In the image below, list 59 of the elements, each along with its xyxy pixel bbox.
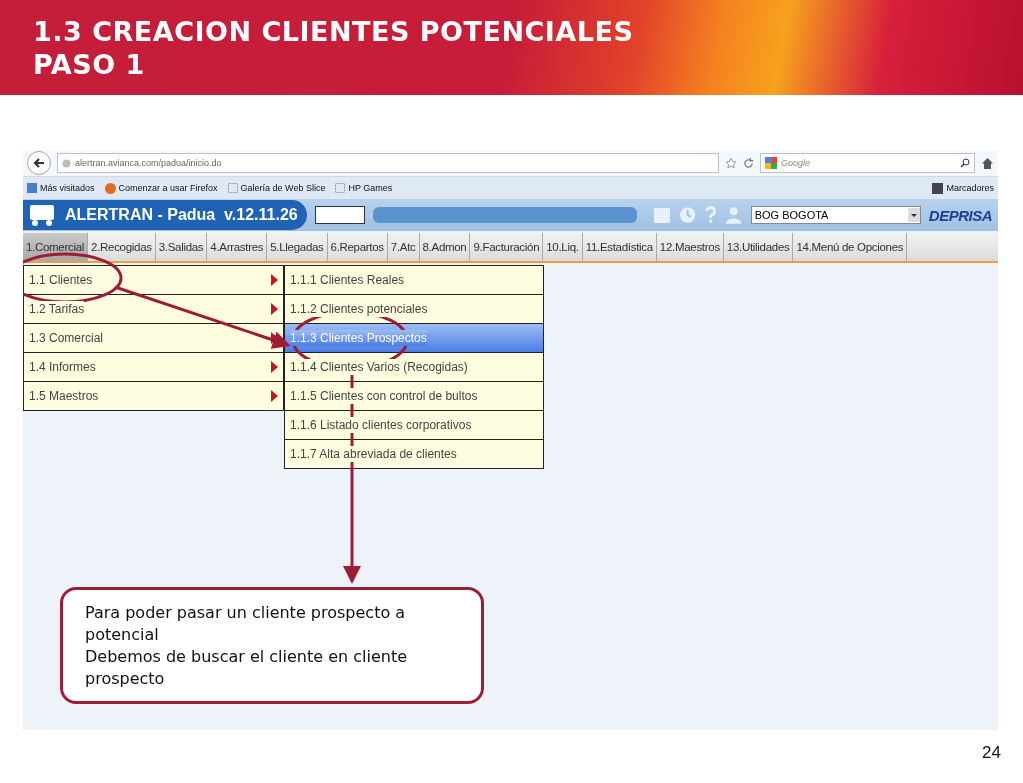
brand-logo: DEPRISA bbox=[928, 206, 992, 224]
globe-icon bbox=[62, 158, 71, 168]
home-icon[interactable] bbox=[981, 156, 994, 170]
search-icon[interactable] bbox=[960, 158, 970, 168]
truck-icon bbox=[29, 203, 55, 227]
callout-text: Para poder pasar un cliente prospecto a potencial Debemos de buscar el cliente en cliente prospecto bbox=[85, 601, 409, 690]
search-engine-icon[interactable] bbox=[765, 157, 777, 169]
office-select[interactable]: BOG BOGOTA bbox=[750, 206, 921, 224]
menu-item[interactable]: 1.1 Clientes bbox=[24, 266, 283, 295]
bookmarks-icon bbox=[932, 182, 944, 194]
menu-tab[interactable]: 11.Estadística bbox=[582, 233, 657, 261]
search-field[interactable]: Google bbox=[760, 153, 975, 173]
menu-tab[interactable]: 7.Atc bbox=[387, 233, 420, 261]
address-field[interactable]: alertran.avianca.com/padua/inicio.do bbox=[57, 153, 719, 173]
menu-tab[interactable]: 6.Repartos bbox=[327, 233, 388, 261]
menu-tab[interactable]: 3.Salidas bbox=[155, 233, 208, 261]
menu-tab[interactable]: 5.Llegadas bbox=[267, 233, 328, 261]
menu-tab[interactable]: 14.Menú de Opciones bbox=[793, 233, 908, 261]
slice-icon bbox=[335, 183, 346, 193]
menu-tab[interactable]: 10.Liq. bbox=[543, 233, 583, 261]
slide-title: PASO 1 bbox=[33, 47, 146, 81]
menu-tab[interactable]: 4.Arrastres bbox=[207, 233, 268, 261]
back-button[interactable] bbox=[27, 151, 51, 175]
menu-item[interactable]: 1.5 Maestros bbox=[24, 382, 283, 410]
menu-item[interactable]: 1.3 Comercial bbox=[24, 324, 283, 353]
menu-item[interactable]: 1.1.6 Listado clientes corporativos bbox=[285, 411, 543, 440]
submenu-arrow-icon bbox=[271, 274, 278, 286]
menu-item[interactable]: 1.1.1 Clientes Reales bbox=[285, 266, 543, 295]
dropdown-caret-icon[interactable] bbox=[907, 208, 920, 222]
submenu-arrow-icon bbox=[271, 303, 278, 315]
star-icon[interactable] bbox=[725, 157, 737, 169]
submenu-arrow-icon bbox=[271, 361, 278, 373]
slice-icon bbox=[227, 183, 238, 193]
globe-icon bbox=[104, 182, 116, 194]
menu-tab[interactable]: 13.Utilidades bbox=[723, 233, 794, 261]
menu-item[interactable]: 1.1.4 Clientes Varios (Recogidas) bbox=[285, 353, 543, 382]
menu-item[interactable]: 1.1.2 Clientes potenciales bbox=[285, 295, 543, 324]
menu-tab[interactable]: 2.Recogidas bbox=[88, 233, 156, 261]
bookmark-link[interactable]: Más visitados bbox=[40, 183, 95, 193]
submenu-arrow-icon bbox=[271, 332, 278, 344]
menu-item[interactable]: 1.1.7 Alta abreviada de clientes bbox=[285, 440, 543, 468]
app-title: ALERTRAN - Padua v.12.11.26 bbox=[65, 206, 298, 224]
menu-tab[interactable]: 9.Facturación bbox=[470, 233, 544, 261]
page-icon bbox=[27, 183, 37, 193]
reload-icon[interactable] bbox=[743, 157, 754, 169]
bookmark-link[interactable]: Galería de Web Slice bbox=[240, 183, 326, 193]
bookmark-link[interactable]: HP Games bbox=[348, 183, 393, 193]
submenu-arrow-icon bbox=[271, 390, 278, 402]
bookmark-link[interactable]: Comenzar a usar Firefox bbox=[118, 183, 218, 193]
menu-tab[interactable]: 8.Admon bbox=[419, 233, 471, 261]
page-number: 24 bbox=[982, 743, 1001, 763]
input-field[interactable] bbox=[315, 206, 366, 224]
menu-tab[interactable]: 12.Maestros bbox=[656, 233, 724, 261]
bookmarks-menu[interactable]: Marcadores bbox=[946, 183, 994, 193]
menu-item[interactable]: 1.4 Informes bbox=[24, 353, 283, 382]
back-arrow-icon bbox=[33, 157, 45, 169]
menu-item[interactable]: 1.1.5 Clientes con control de bultos bbox=[285, 382, 543, 411]
slide-title: 1.3 CREACION CLIENTES POTENCIALES bbox=[33, 14, 635, 48]
menu-item[interactable]: 1.2 Tarifas bbox=[24, 295, 283, 324]
